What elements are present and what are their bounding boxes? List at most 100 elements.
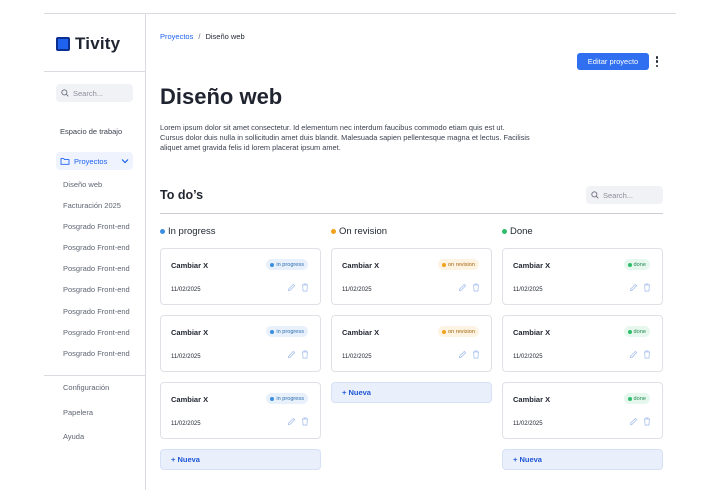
- edit-icon[interactable]: [287, 417, 296, 426]
- sidebar-project-item[interactable]: Posgrado Front-end: [63, 328, 130, 349]
- task-actions: [629, 283, 651, 292]
- task-card[interactable]: Cambiar X on revision 11/02/2025: [331, 248, 492, 305]
- main-content: Proyectos / Diseño web Editar proyecto D…: [147, 14, 676, 490]
- project-list: Diseño web Facturación 2025 Posgrado Front…: [63, 180, 130, 370]
- sidebar-item-settings[interactable]: Configuración: [63, 383, 109, 408]
- sidebar-item-projects-label: Proyectos: [74, 156, 108, 166]
- status-badge-dot: [627, 329, 632, 334]
- status-badge-label: done: [633, 395, 646, 402]
- column-title: In progress: [168, 225, 216, 237]
- task-card[interactable]: Cambiar X in progress 11/02/2025: [160, 248, 321, 305]
- task-card[interactable]: Cambiar X done 11/02/2025: [502, 382, 663, 439]
- edit-icon[interactable]: [629, 350, 638, 359]
- logo-mark-icon: [56, 37, 70, 51]
- logo-text: Tivity: [75, 34, 121, 53]
- add-task-button[interactable]: + Nueva: [160, 449, 321, 470]
- sidebar-search-input[interactable]: [73, 88, 128, 98]
- sidebar-bottom-menu: Configuración Papelera Ayuda: [63, 383, 109, 457]
- sidebar-project-item[interactable]: Posgrado Front-end: [63, 264, 130, 285]
- breadcrumb-separator: /: [198, 32, 201, 41]
- trash-icon[interactable]: [643, 350, 651, 359]
- trash-icon[interactable]: [472, 283, 480, 292]
- trash-icon[interactable]: [301, 350, 309, 359]
- todos-search-input[interactable]: [603, 190, 658, 200]
- status-badge: in progress: [266, 326, 308, 337]
- edit-project-button[interactable]: Editar proyecto: [577, 53, 649, 70]
- edit-icon[interactable]: [458, 283, 467, 292]
- task-card[interactable]: Cambiar X in progress 11/02/2025: [160, 382, 321, 439]
- status-badge-label: in progress: [276, 395, 304, 402]
- trash-icon[interactable]: [472, 350, 480, 359]
- column-title: Done: [510, 225, 533, 237]
- task-title: Cambiar X: [171, 261, 209, 270]
- status-badge-label: on revision: [447, 328, 475, 335]
- task-actions: [287, 283, 309, 292]
- task-title: Cambiar X: [513, 395, 551, 404]
- edit-icon[interactable]: [629, 283, 638, 292]
- sidebar-divider-bottom: [44, 375, 146, 376]
- sidebar-project-item[interactable]: Facturación 2025: [63, 201, 130, 222]
- task-actions: [629, 417, 651, 426]
- edit-icon[interactable]: [287, 350, 296, 359]
- column-header: On revision: [331, 225, 492, 237]
- trash-icon[interactable]: [301, 417, 309, 426]
- todos-heading: To do’s: [160, 188, 204, 202]
- status-dot: [331, 228, 336, 234]
- breadcrumb-parent-link[interactable]: Proyectos: [160, 32, 193, 41]
- task-card[interactable]: Cambiar X in progress 11/02/2025: [160, 315, 321, 372]
- status-badge-dot: [270, 329, 275, 334]
- status-badge: done: [623, 393, 650, 404]
- status-badge-dot: [270, 262, 275, 267]
- more-options-icon[interactable]: [654, 55, 660, 68]
- status-badge-label: done: [633, 261, 646, 268]
- task-date: 11/02/2025: [513, 354, 543, 360]
- chevron-down-icon[interactable]: [121, 158, 129, 164]
- sidebar-item-projects[interactable]: Proyectos: [56, 152, 133, 170]
- status-dot: [160, 228, 165, 234]
- edit-icon[interactable]: [458, 350, 467, 359]
- status-badge: in progress: [266, 393, 308, 404]
- sidebar-project-item[interactable]: Diseño web: [63, 180, 130, 201]
- sidebar-search[interactable]: [56, 84, 133, 102]
- trash-icon[interactable]: [643, 283, 651, 292]
- logo[interactable]: Tivity: [56, 34, 120, 54]
- sidebar-project-item[interactable]: Posgrado Front-end: [63, 307, 130, 328]
- folder-icon: [60, 158, 70, 165]
- status-dot: [502, 228, 507, 234]
- column-header: Done: [502, 225, 663, 237]
- status-badge-dot: [627, 262, 632, 267]
- todos-search[interactable]: [586, 186, 663, 204]
- sidebar-item-help[interactable]: Ayuda: [63, 432, 109, 457]
- column-title: On revision: [339, 225, 388, 237]
- edit-icon[interactable]: [287, 283, 296, 292]
- sidebar-project-item[interactable]: Posgrado Front-end: [63, 222, 130, 243]
- workspace-label[interactable]: Espacio de trabajo: [60, 127, 122, 136]
- task-card[interactable]: Cambiar X done 11/02/2025: [502, 248, 663, 305]
- sidebar-project-item[interactable]: Posgrado Front-end: [63, 243, 130, 264]
- task-card[interactable]: Cambiar X on revision 11/02/2025: [331, 315, 492, 372]
- add-task-button[interactable]: + Nueva: [502, 449, 663, 470]
- sidebar-project-item[interactable]: Posgrado Front-end: [63, 349, 130, 370]
- add-task-button[interactable]: + Nueva: [331, 382, 492, 403]
- status-badge: in progress: [266, 259, 308, 270]
- status-badge-dot: [441, 329, 446, 334]
- app-frame: Tivity Espacio de trabajo Proyectos Dise…: [44, 13, 676, 490]
- task-title: Cambiar X: [171, 328, 209, 337]
- trash-icon[interactable]: [301, 283, 309, 292]
- status-badge: on revision: [437, 259, 479, 270]
- task-card[interactable]: Cambiar X done 11/02/2025: [502, 315, 663, 372]
- trash-icon[interactable]: [643, 417, 651, 426]
- task-date: 11/02/2025: [171, 354, 201, 360]
- task-title: Cambiar X: [342, 261, 380, 270]
- task-actions: [458, 350, 480, 359]
- status-badge: on revision: [437, 326, 479, 337]
- sidebar-item-trash[interactable]: Papelera: [63, 408, 109, 433]
- task-title: Cambiar X: [513, 261, 551, 270]
- breadcrumb: Proyectos / Diseño web: [160, 32, 245, 41]
- status-badge-dot: [627, 396, 632, 401]
- sidebar-project-item[interactable]: Posgrado Front-end: [63, 285, 130, 306]
- task-date: 11/02/2025: [513, 287, 543, 293]
- project-description: Lorem ipsum dolor sit amet consectetur. …: [160, 123, 530, 153]
- task-actions: [287, 350, 309, 359]
- edit-icon[interactable]: [629, 417, 638, 426]
